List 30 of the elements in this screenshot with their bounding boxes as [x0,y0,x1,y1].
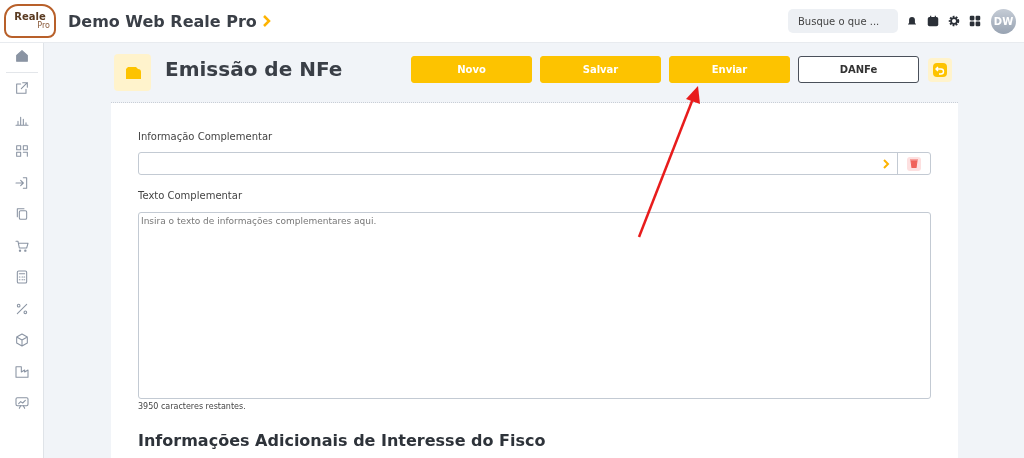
character-counter: 3950 caracteres restantes. [138,402,247,411]
grid-icon[interactable] [968,14,982,28]
app-title: Demo Web Reale Pro [68,11,257,31]
undo-icon[interactable] [928,57,952,82]
action-button[interactable]: Novo [411,56,532,83]
chevron-icon[interactable] [261,15,271,27]
login-icon[interactable] [13,174,30,191]
bell-icon[interactable] [905,14,919,28]
user-avatar[interactable]: DW [991,8,1016,34]
action-button[interactable]: Enviar [669,56,790,83]
home-icon[interactable] [13,48,30,64]
qr-code-icon[interactable] [13,143,30,159]
calendar-icon[interactable] [926,14,940,28]
field-label: Informação Complementar [138,131,274,142]
presentation-icon[interactable] [13,395,30,411]
page-title: Emissão de NFe [165,56,344,81]
section-title: Informações Adicionais de Interesse do Fisco [138,431,547,450]
external-link-icon[interactable] [13,80,30,96]
search-field[interactable]: Busque o que ... [788,9,898,33]
factory-icon[interactable] [13,363,30,380]
action-button[interactable]: Salvar [540,56,661,83]
chevron-icon[interactable] [882,158,890,169]
info-select-field[interactable] [138,152,931,175]
trash-icon[interactable] [907,156,921,171]
cube-icon[interactable] [13,332,30,348]
settings-icon[interactable] [947,14,961,28]
text-area[interactable]: Insira o texto de informações complementares aqui. [138,212,931,399]
field-label: Texto Complementar [138,190,244,201]
app-logo: Reale Pro [4,4,56,38]
danfe-button[interactable]: DANFe [798,56,919,83]
